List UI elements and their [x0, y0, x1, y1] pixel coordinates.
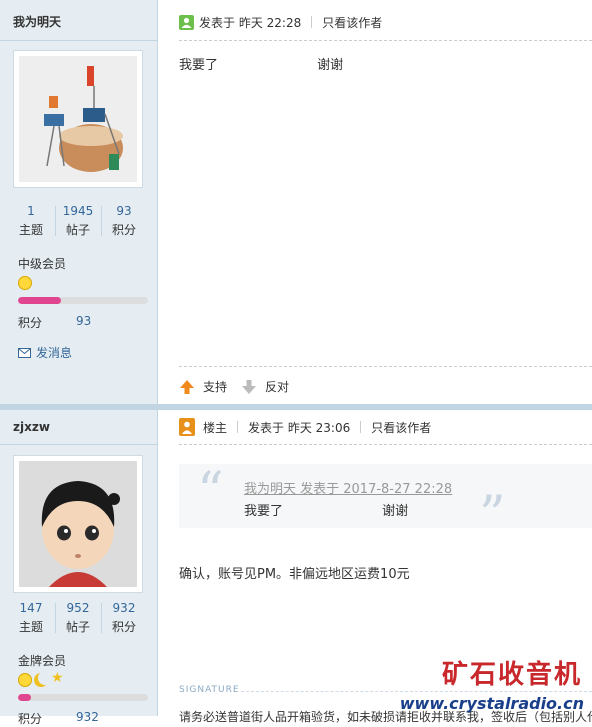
- rank-progress: [18, 297, 148, 304]
- online-user-icon: [179, 14, 194, 30]
- avatar[interactable]: [13, 50, 143, 188]
- arrow-down-icon: [242, 379, 257, 394]
- mail-icon: [18, 347, 31, 358]
- post-time: 发表于 昨天 23:06: [248, 420, 351, 435]
- post-time: 发表于 昨天 22:28: [199, 15, 302, 30]
- post-header: 发表于 昨天 22:28 只看该作者: [179, 12, 592, 32]
- oppose-button[interactable]: 反对: [241, 378, 289, 395]
- post-body: 确认，账号见PM。非偏远地区运费10元: [179, 567, 410, 582]
- smiley-icon: [18, 673, 32, 687]
- open-quote-icon: “: [197, 462, 224, 522]
- author-sidebar: zjxzw 147 主题 952 帖子 932 积分 金牌会员 ★ 积分 932: [0, 410, 158, 726]
- points-row: 积分 93: [18, 314, 92, 330]
- quote-block: “ 我为明天 发表于 2017-8-27 22:28 我要了 谢谢 ”: [179, 462, 592, 542]
- post-body: 我要了 谢谢: [179, 58, 344, 73]
- only-author-link[interactable]: 只看该作者: [322, 14, 382, 31]
- rank-progress: [18, 694, 148, 701]
- post-actions: 支持 反对: [179, 378, 289, 395]
- post-main: 发表于 昨天 22:28 只看该作者 我要了 谢谢 支持 反对: [159, 0, 592, 405]
- signature-label: SIGNATURE: [179, 685, 240, 695]
- site-watermark: 矿石收音机 www.crystalradio.cn: [400, 648, 590, 714]
- thread-starter-icon: [179, 418, 195, 436]
- support-button[interactable]: 支持: [179, 378, 227, 395]
- author-name[interactable]: 我为明天: [13, 13, 61, 30]
- avatar-image: [19, 461, 137, 587]
- points-row: 积分 932: [18, 710, 99, 726]
- thread-starter-label: 楼主: [203, 420, 228, 435]
- only-author-link[interactable]: 只看该作者: [371, 419, 431, 436]
- stat-posts[interactable]: 952 帖子: [55, 601, 101, 635]
- avatar[interactable]: [13, 455, 143, 593]
- arrow-up-icon: [180, 379, 194, 394]
- stat-topics[interactable]: 147 主题: [8, 601, 54, 635]
- points-value[interactable]: 932: [76, 710, 99, 724]
- user-rank[interactable]: 金牌会员: [18, 652, 66, 669]
- post-1: 我为明天 1 主题 1945 帖子 93 积分 中级会员 积分 93 发消息 发…: [0, 0, 592, 405]
- close-quote-icon: ”: [479, 486, 506, 546]
- quote-author-link[interactable]: 我为明天 发表于 2017-8-27 22:28: [244, 478, 452, 497]
- rank-progress-fill: [18, 694, 31, 701]
- rank-progress-fill: [18, 297, 61, 304]
- stat-points[interactable]: 93 积分: [101, 204, 147, 238]
- stat-posts[interactable]: 1945 帖子: [55, 204, 101, 238]
- stat-topics[interactable]: 1 主题: [8, 204, 54, 238]
- author-name[interactable]: zjxzw: [13, 420, 50, 434]
- send-message-link[interactable]: 发消息: [18, 344, 72, 361]
- post-header: 楼主 发表于 昨天 23:06 只看该作者: [179, 417, 592, 437]
- avatar-image: [19, 56, 137, 182]
- smiley-icon: [18, 276, 32, 290]
- star-icon: ★: [51, 670, 64, 686]
- user-rank[interactable]: 中级会员: [18, 255, 66, 272]
- quote-text: 我要了 谢谢: [244, 504, 409, 519]
- stat-points[interactable]: 932 积分: [101, 601, 147, 635]
- watermark-title: 矿石收音机: [441, 660, 582, 690]
- points-value[interactable]: 93: [76, 314, 91, 328]
- moon-icon: [34, 673, 48, 687]
- author-sidebar: 我为明天 1 主题 1945 帖子 93 积分 中级会员 积分 93 发消息: [0, 0, 158, 405]
- watermark-url: www.crystalradio.cn: [399, 694, 584, 713]
